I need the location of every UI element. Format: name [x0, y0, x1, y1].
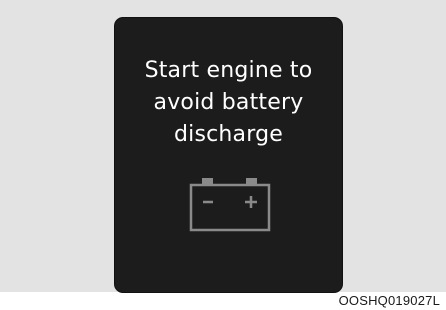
- battery-body: [189, 183, 271, 232]
- instrument-cluster-display: Start engine to avoid battery discharge: [114, 17, 343, 293]
- figure-code: OOSHQ019027L: [338, 293, 440, 308]
- battery-terminal-positive: [246, 178, 257, 184]
- warning-message-line-1: Start engine to: [144, 58, 313, 83]
- battery-icon: [189, 178, 271, 232]
- warning-message: Start engine to avoid battery discharge: [115, 55, 342, 151]
- warning-message-line-2: avoid battery: [153, 90, 304, 115]
- warning-message-line-3: discharge: [173, 122, 284, 147]
- battery-terminal-negative: [202, 178, 213, 184]
